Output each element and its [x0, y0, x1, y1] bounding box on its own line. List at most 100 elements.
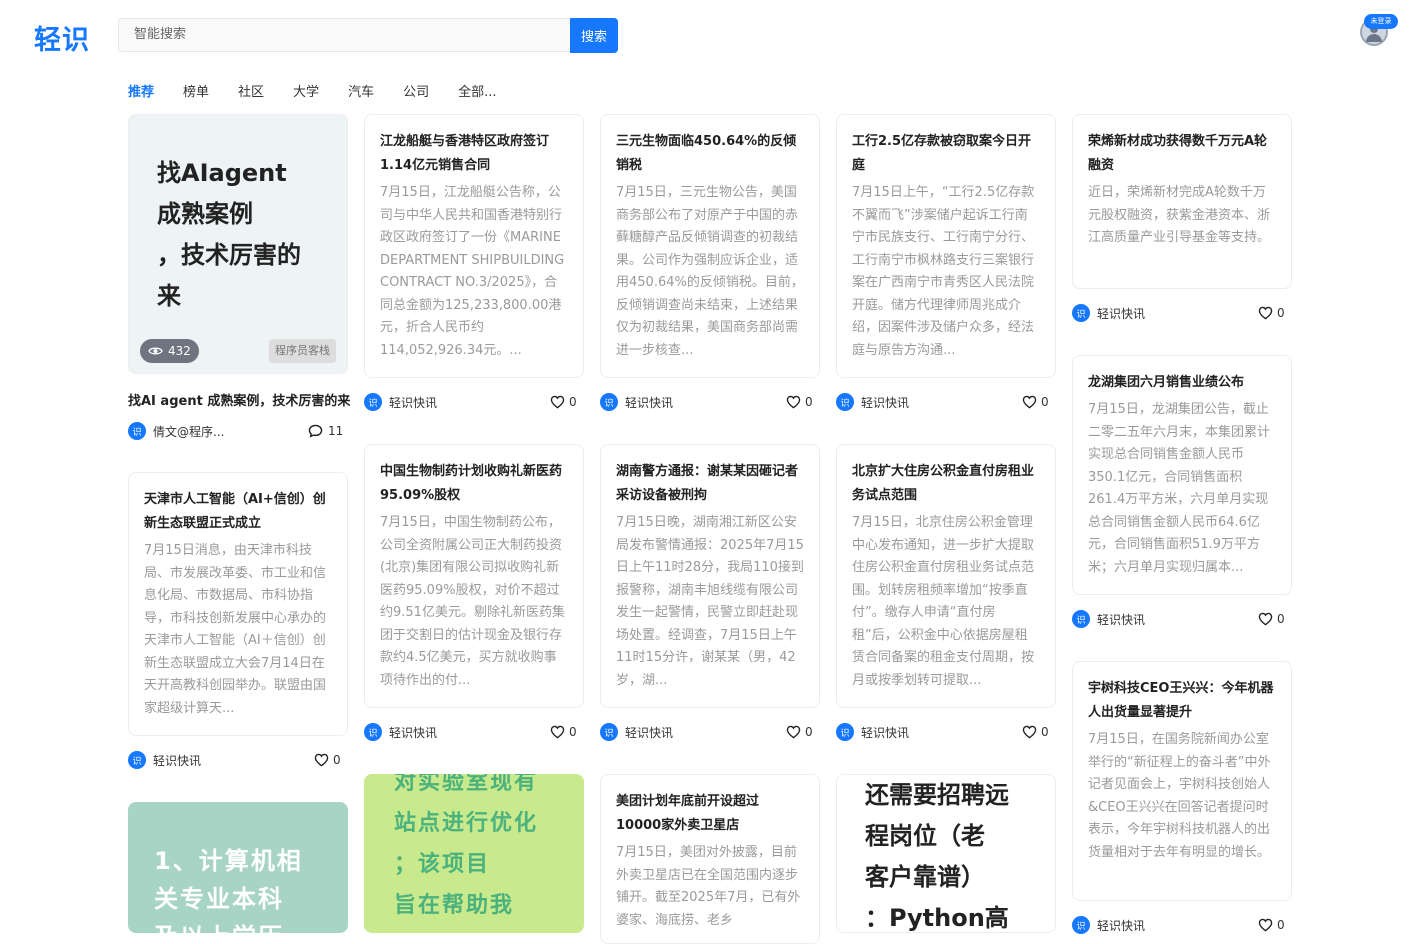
- comment-number: 11: [328, 424, 344, 438]
- author-avatar-icon: 识: [1072, 304, 1090, 322]
- news-card[interactable]: 江龙船艇与香港特区政府签订1.14亿元销售合同 7月15日，江龙船艇公告称，公司…: [364, 114, 584, 378]
- news-title: 三元生物面临450.64%的反倾销税: [616, 134, 797, 173]
- author-name: 轻识快讯: [1097, 612, 1146, 627]
- search-button[interactable]: 搜索: [570, 18, 618, 53]
- category-nav: 推荐 榜单 社区 大学 汽车 公司 全部...: [128, 81, 526, 101]
- tab-recommended[interactable]: 推荐: [128, 81, 154, 101]
- news-card[interactable]: 中国生物制药计划收购礼新医药95.09%股权 7月15日，中国生物制药公布，公司…: [364, 444, 584, 708]
- news-author[interactable]: 识轻识快讯: [364, 722, 437, 742]
- comment-count[interactable]: 11: [308, 421, 343, 441]
- like-button[interactable]: 0: [314, 750, 341, 770]
- comment-icon: [308, 424, 323, 438]
- image-text-line: 对实验室现有: [394, 774, 539, 795]
- like-count: 0: [1277, 918, 1285, 932]
- news-card[interactable]: 美团计划年底前开设超过10000家外卖卫星店 7月15日，美团对外披露，目前外卖…: [600, 774, 820, 944]
- news-author[interactable]: 识轻识快讯: [600, 722, 673, 742]
- news-author[interactable]: 识轻识快讯: [128, 750, 201, 770]
- heart-icon: [550, 395, 565, 409]
- news-card[interactable]: 三元生物面临450.64%的反倾销税 7月15日，三元生物公告，美国商务部公布了…: [600, 114, 820, 378]
- news-card[interactable]: 北京扩大住房公积金直付房租业务试点范围 7月15日，北京住房公积金管理中心发布通…: [836, 444, 1056, 708]
- tab-company[interactable]: 公司: [403, 81, 429, 101]
- tab-university[interactable]: 大学: [293, 81, 319, 101]
- image-text-line: 1、计算机相: [154, 847, 303, 875]
- news-title: 天津市人工智能（AI+信创）创新生态联盟正式成立: [144, 492, 326, 531]
- news-author[interactable]: 识轻识快讯: [1072, 303, 1145, 323]
- handwritten-image-text: 1、计算机相 关专业本科 及以上学历: [154, 842, 303, 933]
- app-logo[interactable]: 轻识: [34, 18, 90, 57]
- like-count: 0: [569, 725, 577, 739]
- news-card[interactable]: 工行2.5亿存款被窃取案今日开庭 7月15日上午，“工行2.5亿存款不翼而飞”涉…: [836, 114, 1056, 378]
- author-name: 轻识快讯: [861, 725, 910, 740]
- news-summary: 7月15日，北京住房公积金管理中心发布通知，进一步扩大提取住房公积金直付房租业务…: [852, 515, 1035, 688]
- author-avatar-icon: 识: [1072, 916, 1090, 934]
- like-button[interactable]: 0: [1258, 303, 1285, 323]
- author-name: 轻识快讯: [625, 725, 674, 740]
- news-card[interactable]: 龙湖集团六月销售业绩公布 7月15日，龙湖集团公告，截止二零二五年六月末，本集团…: [1072, 355, 1292, 595]
- image-post-card[interactable]: 还需要招聘远 程岗位（老 客户靠谱） ：Python高: [836, 774, 1056, 933]
- news-card[interactable]: 天津市人工智能（AI+信创）创新生态联盟正式成立 7月15日消息，由天津市科技局…: [128, 472, 348, 736]
- news-author[interactable]: 识轻识快讯: [836, 392, 909, 412]
- news-title: 江龙船艇与香港特区政府签订1.14亿元销售合同: [380, 134, 550, 173]
- news-author[interactable]: 识轻识快讯: [1072, 915, 1145, 935]
- tab-community[interactable]: 社区: [238, 81, 264, 101]
- heart-icon: [786, 725, 801, 739]
- like-button[interactable]: 0: [1022, 722, 1049, 742]
- like-count: 0: [1041, 725, 1049, 739]
- author-avatar-icon: 识: [836, 393, 854, 411]
- like-button[interactable]: 0: [786, 722, 813, 742]
- top-header: 轻识 智能搜索 搜索 未登录: [0, 0, 1424, 70]
- news-author[interactable]: 识轻识快讯: [600, 392, 673, 412]
- news-author[interactable]: 识轻识快讯: [1072, 609, 1145, 629]
- news-author[interactable]: 识轻识快讯: [364, 392, 437, 412]
- like-button[interactable]: 0: [1258, 915, 1285, 935]
- like-count: 0: [805, 395, 813, 409]
- tab-all[interactable]: 全部...: [458, 81, 496, 101]
- like-button[interactable]: 0: [550, 392, 577, 412]
- image-text-line: 还需要招聘远: [865, 781, 1009, 809]
- tab-rankings[interactable]: 榜单: [183, 81, 209, 101]
- author-avatar-icon: 识: [600, 723, 618, 741]
- image-text-line: 关专业本科: [154, 885, 284, 913]
- author-name: 轻识快讯: [153, 753, 202, 768]
- author-avatar-icon: 识: [364, 723, 382, 741]
- author-avatar-icon: 识: [364, 393, 382, 411]
- heart-icon: [550, 725, 565, 739]
- author-avatar-icon: 识: [600, 393, 618, 411]
- featured-caption[interactable]: 找AI agent 成熟案例，技术厉害的来: [128, 390, 350, 409]
- like-button[interactable]: 0: [1258, 609, 1285, 629]
- avatar-body-icon: [1366, 34, 1382, 42]
- featured-image-text: 找AIagent 成熟案例 ，技术厉害的 来: [157, 153, 301, 317]
- news-author[interactable]: 识轻识快讯: [836, 722, 909, 742]
- featured-author[interactable]: 识 倩文@程序...: [128, 421, 224, 441]
- image-post-card[interactable]: 1、计算机相 关专业本科 及以上学历: [128, 802, 348, 933]
- view-count: 432: [168, 344, 191, 358]
- featured-post-card[interactable]: 找AIagent 成熟案例 ，技术厉害的 来 432 程序员客栈: [128, 114, 348, 374]
- news-card[interactable]: 宇树科技CEO王兴兴：今年机器人出货量显著提升 7月15日，在国务院新闻办公室举…: [1072, 661, 1292, 901]
- like-button[interactable]: 0: [550, 722, 577, 742]
- search-input[interactable]: 智能搜索: [118, 18, 570, 52]
- like-button[interactable]: 0: [786, 392, 813, 412]
- heart-icon: [1022, 395, 1037, 409]
- news-summary: 7月15日，中国生物制药公布，公司全资附属公司正大制药投资(北京)集团有限公司拟…: [380, 515, 565, 688]
- news-summary: 7月15日，三元生物公告，美国商务部公布了对原产于中国的赤藓糖醇产品反倾销调查的…: [616, 185, 804, 358]
- heart-icon: [1258, 306, 1273, 320]
- image-text: 还需要招聘远 程岗位（老 客户靠谱） ：Python高: [865, 775, 1009, 932]
- news-summary: 7月15日，在国务院新闻办公室举行的“新征程上的奋斗者”中外记者见面会上，宇树科…: [1088, 732, 1271, 860]
- news-card[interactable]: 荣烯新材成功获得数千万元A轮融资 近日，荣烯新材完成A轮数千万元股权融资，获紫金…: [1072, 114, 1292, 289]
- featured-image-line: 来: [157, 282, 181, 310]
- heart-icon: [1258, 612, 1273, 626]
- author-name: 倩文@程序...: [153, 424, 225, 439]
- like-button[interactable]: 0: [1022, 392, 1049, 412]
- author-name: 轻识快讯: [625, 395, 674, 410]
- author-name: 轻识快讯: [389, 725, 438, 740]
- heart-icon: [314, 753, 329, 767]
- author-name: 轻识快讯: [861, 395, 910, 410]
- author-avatar-icon: 识: [836, 723, 854, 741]
- news-card[interactable]: 湖南警方通报：谢某某因砸记者采访设备被刑拘 7月15日晚，湖南湘江新区公安局发布…: [600, 444, 820, 708]
- image-post-card[interactable]: 对实验室现有 站点进行优化 ；该项目 旨在帮助我: [364, 774, 584, 933]
- news-summary: 7月15日上午，“工行2.5亿存款不翼而飞”涉案储户起诉工行南宁市民族支行、工行…: [852, 185, 1035, 358]
- news-summary: 7月15日晚，湖南湘江新区公安局发布警情通报：2025年7月15日上午11时28…: [616, 515, 804, 688]
- tab-auto[interactable]: 汽车: [348, 81, 374, 101]
- heart-icon: [786, 395, 801, 409]
- like-count: 0: [805, 725, 813, 739]
